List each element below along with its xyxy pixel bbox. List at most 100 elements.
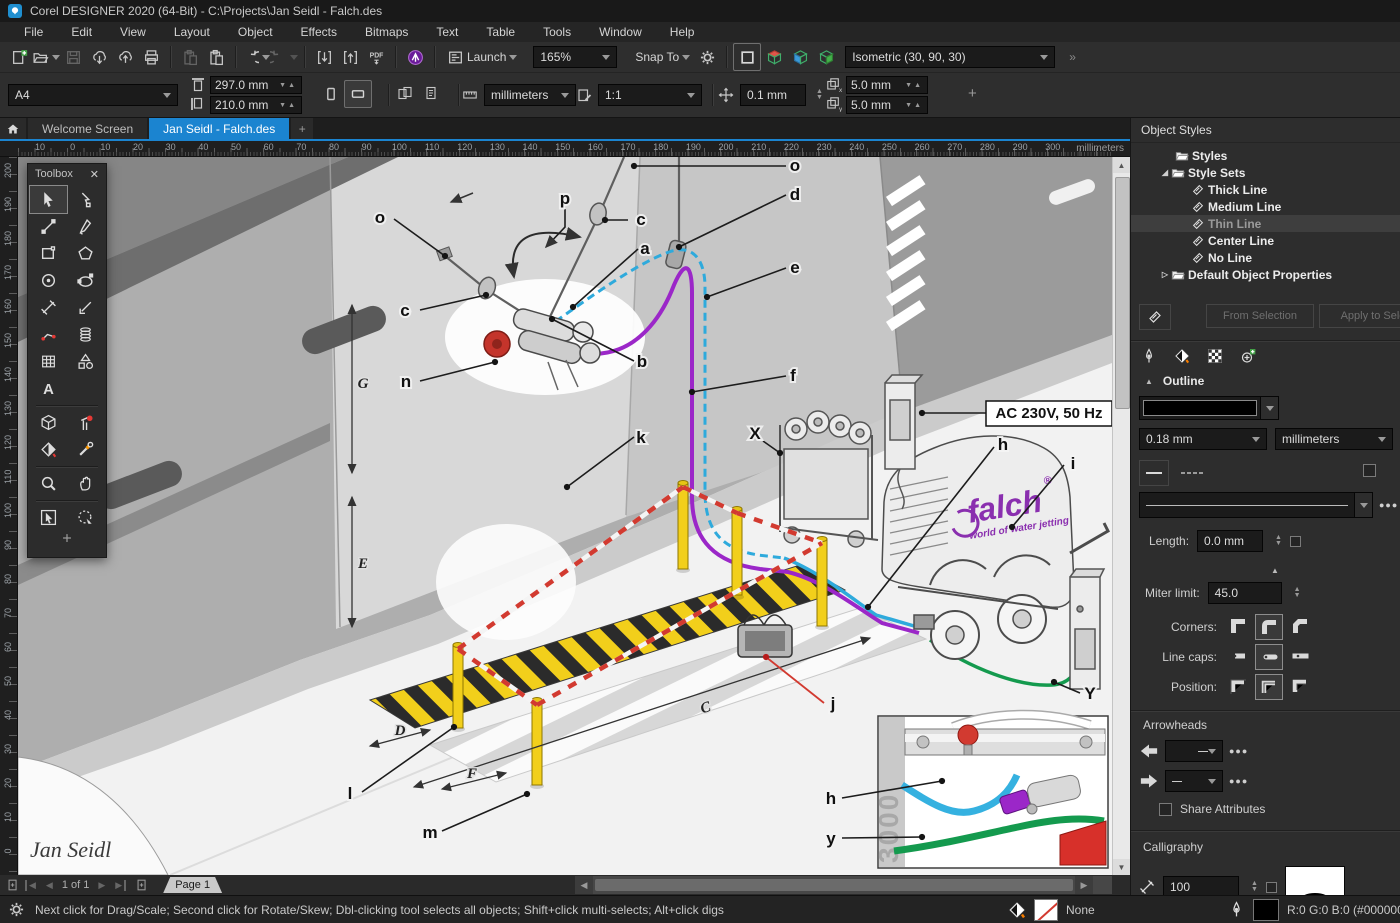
add-page-before-button[interactable] [6,878,20,892]
end-arrowhead-combo[interactable] [1165,770,1223,792]
zoom-level-combo[interactable]: 165% [533,46,618,68]
style-tree-item-thin-line[interactable]: Thin Line [1131,215,1400,232]
cloud-upload-button[interactable] [112,44,138,70]
connector-tool[interactable] [30,321,67,348]
current-page-button[interactable] [418,80,444,106]
cut-button[interactable] [177,44,203,70]
last-page-button[interactable]: ▶ [115,879,127,891]
outline-color-swatch[interactable] [1139,396,1261,420]
ellipse-tool[interactable] [30,267,67,294]
menu-window[interactable]: Window [585,25,656,39]
open-dropdown-arrow[interactable] [52,54,60,60]
cap-round-button[interactable] [1255,644,1283,670]
tab-document[interactable]: Jan Seidl - Falch.des [149,118,290,139]
stretch-field[interactable]: 100 [1163,876,1239,895]
line-style-button[interactable] [1139,460,1169,486]
length-field[interactable]: 0.0 mm [1197,530,1264,552]
corner-miter-button[interactable] [1225,614,1251,638]
thread-tool[interactable] [67,409,104,436]
snap-to-dropdown[interactable]: Snap To [631,44,694,70]
style-tree-item-thick-line[interactable]: Thick Line [1131,181,1400,198]
polygon-tool[interactable] [67,240,104,267]
table-tool[interactable] [30,348,67,375]
outline-units-combo[interactable]: millimeters [1275,428,1393,450]
isometric-right-button[interactable] [813,44,839,70]
canvas-vertical-scrollbar[interactable]: ▲ ▼ [1112,157,1130,875]
add-tools-button[interactable] [30,531,104,551]
drawing-boundary-button[interactable] [733,43,762,71]
eyedropper-tool[interactable] [67,436,104,463]
menu-text[interactable]: Text [422,25,472,39]
status-gear-icon[interactable] [8,901,25,918]
calligraphy-checkbox[interactable] [1265,881,1277,893]
save-button[interactable] [60,44,86,70]
vertical-scroll-thumb[interactable] [1115,177,1130,409]
export-button[interactable] [337,44,363,70]
menu-edit[interactable]: Edit [57,25,106,39]
add-property-icon[interactable] [1238,346,1258,366]
new-document-button[interactable] [6,44,32,70]
print-button[interactable] [138,44,164,70]
start-arrowhead-combo[interactable] [1165,740,1223,762]
outline-collapse-icon[interactable]: ▲ [1145,377,1153,386]
toolbar-overflow-chevron[interactable]: » [1069,50,1076,64]
position-centered-button[interactable] [1255,674,1283,700]
isometric-left-button[interactable] [787,44,813,70]
line-style-more-button[interactable]: ●●● [1379,500,1398,510]
from-selection-button[interactable]: From Selection [1206,304,1314,328]
menu-object[interactable]: Object [224,25,287,39]
transparency-properties-icon[interactable] [1205,346,1225,366]
spiral-tool[interactable] [67,321,104,348]
two-point-line-tool[interactable] [30,213,67,240]
home-tab-button[interactable] [0,118,26,139]
outline-width-combo[interactable]: 0.18 mm [1139,428,1267,450]
apply-to-selection-button[interactable]: Apply to Sele [1319,304,1400,328]
pick-tool[interactable] [29,185,68,214]
line-style-combo[interactable] [1139,492,1355,518]
style-tree-item-no-line[interactable]: No Line [1131,249,1400,266]
previous-page-button[interactable]: ◀ [46,880,53,891]
cloud-download-button[interactable] [86,44,112,70]
cap-flush-button[interactable] [1225,644,1251,668]
projection-combo[interactable]: Isometric (30, 90, 30) [845,46,1056,68]
projected-cube-tool[interactable] [30,409,67,436]
duplicate-x-field[interactable]: 5.0 mm ▼▲ [846,76,928,94]
cap-extended-button[interactable] [1287,644,1313,668]
style-tree-item-styles[interactable]: Styles [1131,147,1400,164]
menu-effects[interactable]: Effects [287,25,351,39]
end-arrowhead-more-button[interactable]: ●●● [1229,776,1248,786]
menu-tools[interactable]: Tools [529,25,585,39]
corel-cloud-button[interactable] [402,44,428,70]
outline-color-status-swatch[interactable] [1253,898,1279,921]
scroll-left-icon[interactable]: ◀ [575,876,593,894]
horizontal-scroll-thumb[interactable] [595,879,1073,891]
menu-file[interactable]: File [10,25,57,39]
menu-table[interactable]: Table [472,25,529,39]
corner-bevel-button[interactable] [1287,614,1313,638]
scroll-down-icon[interactable]: ▼ [1113,859,1130,875]
drawing-canvas[interactable]: falch ® world of water jetting 3000 AC 2… [18,157,1112,875]
fill-color-swatch[interactable] [1034,898,1058,921]
page-width-field[interactable]: 297.0 mm ▼▲ [210,76,302,94]
undo-dropdown-arrow[interactable] [262,54,270,60]
shape-tool[interactable] [67,186,104,213]
basic-shapes-tool[interactable] [67,348,104,375]
next-page-button[interactable]: ▶ [98,880,105,891]
scroll-up-icon[interactable]: ▲ [1113,157,1130,173]
pan-tool[interactable] [67,470,104,497]
pick-box-tool[interactable] [30,504,67,531]
freehand-pick-tool[interactable] [67,504,104,531]
units-combo[interactable]: millimeters [484,84,576,106]
first-page-button[interactable]: ◀ [25,879,36,891]
outline-properties-icon[interactable] [1139,346,1159,366]
three-point-ellipse-tool[interactable] [67,267,104,294]
new-tab-button[interactable]: + [291,118,314,139]
add-page-after-button[interactable] [135,878,149,892]
panel-scroll-up-icon[interactable]: ▲ [1271,566,1279,575]
dimension-tool[interactable] [30,294,67,321]
tree-expander-icon[interactable]: ▷ [1159,270,1171,279]
portrait-button[interactable] [318,81,344,107]
outline-color-dropdown[interactable] [1261,396,1279,420]
smart-fill-tool[interactable] [30,436,67,463]
style-tree-item-style-sets[interactable]: ◢ Style Sets [1131,164,1400,181]
